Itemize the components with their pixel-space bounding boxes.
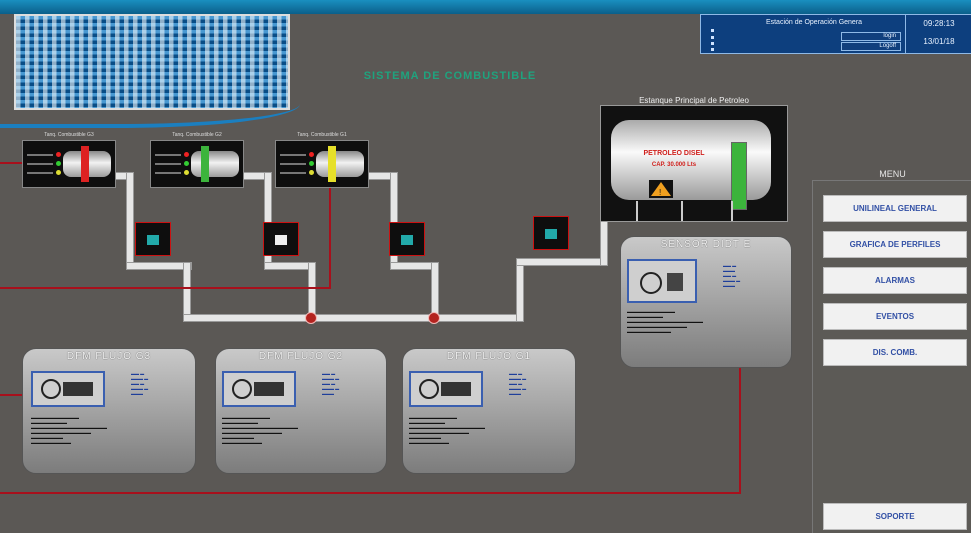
card-title: DFM FLUJO G2 [258, 351, 344, 362]
flow-card-g2[interactable]: DFM FLUJO G2 ▬▬ ▬ ▬▬▬ ▬ ▬▬ ▬ ▬▬▬ ▬ ▬▬▬ ▬▬▬▬▬… [215, 348, 387, 474]
card-data: ▬▬ ▬ ▬▬▬ ▬ ▬▬ ▬ ▬▬▬ ▬ ▬▬▬ [131, 371, 149, 396]
flow-meter[interactable] [389, 222, 425, 256]
card-description: ▬▬▬▬▬▬▬▬▬▬▬▬ ▬▬▬▬▬▬▬▬▬ ▬▬▬▬▬▬▬▬▬▬▬▬▬▬▬▬▬▬▬… [31, 415, 107, 445]
menu-item-dis-comb[interactable]: DIS. COMB. [823, 339, 967, 366]
unit-label: Tanq. Combustible G3 [44, 132, 94, 138]
main-tank-label: Estanque Principal de Petroleo [639, 96, 749, 105]
flow-meter[interactable] [263, 222, 299, 256]
main-tank-name: PETROLEO DISEL [643, 150, 705, 157]
card-data: ▬▬ ▬ ▬▬▬ ▬▬ ▬ ▬▬▬ ▬ ▬▬▬ [723, 263, 741, 288]
pipe [516, 258, 608, 266]
pipe [516, 262, 524, 322]
level-indicator [201, 146, 209, 182]
page-title: SISTEMA DE COMBUSTIBLE [363, 70, 537, 82]
pipe [126, 172, 134, 270]
header-panel: Estación de Operación Genera login Logof… [700, 14, 971, 54]
signal-line [739, 350, 741, 494]
meter-icon [401, 235, 413, 245]
logoff-button[interactable]: Logoff [841, 42, 901, 51]
menu-item-grafica[interactable]: GRAFICA DE PERFILES [823, 231, 967, 258]
pipe-junction [428, 312, 440, 324]
main-tank-capacity: CAP. 30.000 Lts [651, 162, 697, 168]
card-description: ▬▬▬▬▬▬▬▬▬▬▬▬ ▬▬▬▬▬▬▬▬▬ ▬▬▬▬▬▬▬▬▬▬▬▬▬▬▬▬▬▬▬… [627, 309, 703, 334]
pipe [183, 262, 191, 320]
flow-card-g3[interactable]: DFM FLUJO G3 ▬▬ ▬ ▬▬▬ ▬ ▬▬ ▬ ▬▬▬ ▬ ▬▬▬ ▬▬▬▬▬… [22, 348, 196, 474]
flow-card-g1[interactable]: DFM FLUJO G1 ▬▬ ▬ ▬▬▬ ▬ ▬▬ ▬ ▬▬▬ ▬ ▬▬▬ ▬▬▬▬▬… [402, 348, 576, 474]
unit-label: Tanq. Combustible G2 [172, 132, 222, 138]
clock-time: 09:28:13 [923, 19, 955, 28]
fuel-unit-g3[interactable]: Tanq. Combustible G3 [22, 132, 116, 188]
fuel-unit-g2[interactable]: Tanq. Combustible G2 [150, 132, 244, 188]
level-indicator [328, 146, 336, 182]
flowmeter-image [222, 371, 296, 407]
menu-title: MENU [879, 169, 906, 179]
top-bar [0, 0, 971, 14]
menu-item-alarmas[interactable]: ALARMAS [823, 267, 967, 294]
flow-meter[interactable] [135, 222, 171, 256]
sensor-image [627, 259, 697, 303]
flow-meter[interactable] [533, 216, 569, 250]
pipe-junction [305, 312, 317, 324]
flowmeter-image [31, 371, 105, 407]
fuel-unit-g1[interactable]: Tanq. Combustible G1 [275, 132, 369, 188]
svg-text:!: ! [659, 188, 661, 197]
flammable-warning-icon: ! [649, 180, 673, 198]
card-description: ▬▬▬▬▬▬▬▬▬▬▬▬ ▬▬▬▬▬▬▬▬▬ ▬▬▬▬▬▬▬▬▬▬▬▬▬▬▬▬▬▬▬… [222, 415, 298, 445]
signal-line [0, 492, 741, 494]
support-button[interactable]: SOPORTE [823, 503, 967, 530]
card-description: ▬▬▬▬▬▬▬▬▬▬▬▬ ▬▬▬▬▬▬▬▬▬ ▬▬▬▬▬▬▬▬▬▬▬▬▬▬▬▬▬▬▬… [409, 415, 485, 445]
main-tank[interactable]: Estanque Principal de Petroleo PETROLEO … [600, 96, 788, 222]
card-data: ▬▬ ▬ ▬▬▬ ▬ ▬▬ ▬ ▬▬▬ ▬ ▬▬▬ [322, 371, 340, 396]
tank-level-gauge [731, 142, 747, 210]
card-title: SENSOR DIDT E [660, 239, 752, 250]
card-title: DFM FLUJO G1 [446, 351, 532, 362]
main-pipe [183, 314, 520, 322]
logo-swoosh [0, 88, 300, 128]
menu-item-eventos[interactable]: EVENTOS [823, 303, 967, 330]
meter-icon [545, 229, 557, 239]
meter-icon [275, 235, 287, 245]
card-title: DFM FLUJO G3 [66, 351, 152, 362]
card-data: ▬▬ ▬ ▬▬▬ ▬ ▬▬ ▬ ▬▬▬ ▬ ▬▬▬ [509, 371, 527, 396]
unit-label: Tanq. Combustible G1 [297, 132, 347, 138]
clock-date: 13/01/18 [923, 37, 955, 46]
station-name: Estación de Operación Genera [765, 19, 863, 26]
sensor-card[interactable]: SENSOR DIDT E ▬▬ ▬ ▬▬▬ ▬▬ ▬ ▬▬▬ ▬ ▬▬▬ ▬▬▬▬▬▬… [620, 236, 792, 368]
flowmeter-image [409, 371, 483, 407]
signal-line [329, 175, 331, 289]
signal-line [0, 287, 331, 289]
level-indicator [81, 146, 89, 182]
menu-item-unilineal[interactable]: UNILINEAL GENERAL [823, 195, 967, 222]
side-menu: MENU UNILINEAL GENERAL GRAFICA DE PERFIL… [812, 169, 971, 533]
meter-icon [147, 235, 159, 245]
login-button[interactable]: login [841, 32, 901, 41]
